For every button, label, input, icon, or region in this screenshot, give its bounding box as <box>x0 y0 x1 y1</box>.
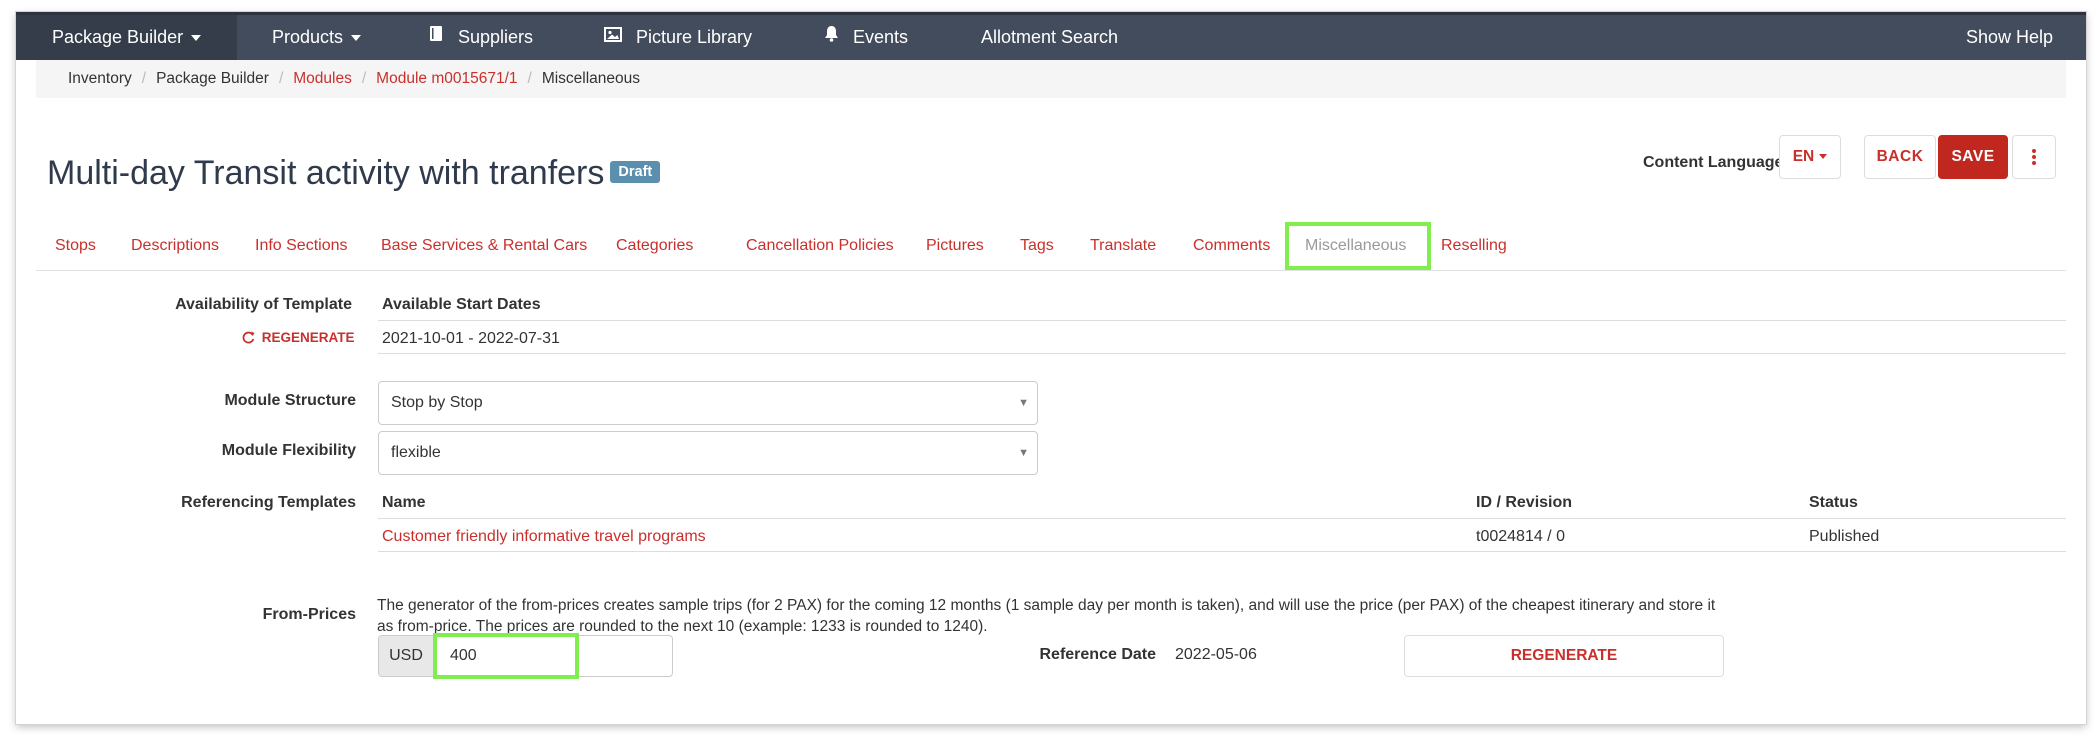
module-flexibility-value: flexible <box>391 444 441 461</box>
breadcrumb-separator: / <box>361 70 367 87</box>
back-button[interactable]: BACK <box>1864 135 1936 179</box>
page-title: Multi-day Transit activity with tranfers <box>47 154 605 192</box>
module-flexibility-select[interactable]: flexible ▼ <box>378 431 1038 475</box>
nav-products-label: Products <box>272 27 344 47</box>
reference-date-label: Reference Date <box>1039 646 1157 663</box>
page-title-row: Multi-day Transit activity with tranfers… <box>47 154 661 193</box>
more-options-button[interactable] <box>2012 135 2056 179</box>
divider <box>378 353 2066 354</box>
top-navbar: Package Builder Products Suppliers Pictu… <box>16 12 2086 60</box>
tab-tags[interactable]: Tags <box>1020 222 1054 270</box>
breadcrumb-separator: / <box>141 70 147 87</box>
bell-icon <box>824 14 839 59</box>
tab-info-sections[interactable]: Info Sections <box>255 222 348 270</box>
module-structure-select[interactable]: Stop by Stop ▼ <box>378 381 1038 425</box>
from-price-input[interactable]: 400 <box>433 633 579 679</box>
save-button[interactable]: SAVE <box>1938 135 2008 179</box>
currency-addon: USD <box>378 635 434 677</box>
ref-header-id: ID / Revision <box>1476 494 1573 511</box>
ref-template-name-link[interactable]: Customer friendly informative travel pro… <box>382 528 706 546</box>
breadcrumb-modules[interactable]: Modules <box>293 70 352 87</box>
breadcrumb-separator: / <box>278 70 284 87</box>
nav-events-label: Events <box>853 27 909 47</box>
nav-picture-library-label: Picture Library <box>636 27 753 47</box>
tab-reselling[interactable]: Reselling <box>1441 222 1507 270</box>
availability-label: Availability of Template <box>175 296 352 313</box>
nav-show-help-label: Show Help <box>1966 27 2054 47</box>
tab-descriptions[interactable]: Descriptions <box>131 222 219 270</box>
nav-suppliers-label: Suppliers <box>458 27 534 47</box>
ref-header-name: Name <box>382 494 426 511</box>
module-structure-label: Module Structure <box>224 392 356 409</box>
breadcrumb: Inventory / Package Builder / Modules / Module… <box>36 60 2066 98</box>
regenerate-from-prices-button[interactable]: REGENERATE <box>1404 635 1724 677</box>
tab-cancellation-policies[interactable]: Cancellation Policies <box>746 222 894 270</box>
caret-down-icon <box>351 35 362 42</box>
reference-date-value: 2022-05-06 <box>1175 646 1257 663</box>
caret-down-icon <box>1819 154 1828 160</box>
book-icon <box>428 14 444 59</box>
picture-icon <box>604 14 622 59</box>
regenerate-availability-link[interactable]: REGENERATE <box>242 330 355 345</box>
regenerate-availability-label: REGENERATE <box>261 330 355 345</box>
divider <box>378 518 2066 519</box>
app-window: Package Builder Products Suppliers Pictu… <box>16 12 2086 724</box>
tab-bar: Stops Descriptions Info Sections Base Se… <box>36 222 2066 271</box>
module-structure-value: Stop by Stop <box>391 394 483 411</box>
breadcrumb-current: Miscellaneous <box>541 70 641 87</box>
tab-base-services[interactable]: Base Services & Rental Cars <box>381 222 587 270</box>
available-start-dates-header: Available Start Dates <box>382 296 541 313</box>
referencing-templates-label: Referencing Templates <box>181 494 356 511</box>
breadcrumb-package-builder[interactable]: Package Builder <box>156 70 269 87</box>
nav-show-help[interactable]: Show Help <box>1966 15 2053 60</box>
tab-stops[interactable]: Stops <box>55 222 96 270</box>
from-prices-label: From-Prices <box>262 606 356 623</box>
nav-picture-library[interactable]: Picture Library <box>604 15 752 60</box>
ref-template-id: t0024814 / 0 <box>1476 528 1565 545</box>
content-language-label: Content Language <box>1643 154 1784 171</box>
content-language-value: EN <box>1792 148 1815 165</box>
nav-package-builder[interactable]: Package Builder <box>16 15 238 60</box>
breadcrumb-module[interactable]: Module m0015671/1 <box>376 70 517 87</box>
tab-categories[interactable]: Categories <box>616 222 693 270</box>
from-prices-description: The generator of the from-prices creates… <box>377 597 1716 635</box>
breadcrumb-separator: / <box>527 70 532 87</box>
caret-down-icon <box>191 35 202 42</box>
select-arrow-icon: ▼ <box>1018 397 1029 409</box>
nav-suppliers[interactable]: Suppliers <box>428 15 533 60</box>
divider <box>378 320 2066 321</box>
divider <box>378 551 2066 552</box>
nav-allotment-search-label: Allotment Search <box>981 27 1119 47</box>
tab-comments[interactable]: Comments <box>1193 222 1270 270</box>
ref-header-status: Status <box>1809 494 1858 511</box>
tab-miscellaneous[interactable]: Miscellaneous <box>1285 222 1431 270</box>
nav-events[interactable]: Events <box>824 15 908 60</box>
breadcrumb-inventory[interactable]: Inventory <box>68 70 132 87</box>
tab-translate[interactable]: Translate <box>1090 222 1156 270</box>
nav-package-builder-label: Package Builder <box>52 27 184 47</box>
status-badge: Draft <box>610 161 661 184</box>
available-start-dates-value: 2021-10-01 - 2022-07-31 <box>382 330 560 347</box>
content-language-dropdown[interactable]: EN <box>1779 135 1841 179</box>
nav-allotment-search[interactable]: Allotment Search <box>981 15 1118 60</box>
vertical-dots-icon <box>2031 148 2037 165</box>
nav-products[interactable]: Products <box>272 15 362 60</box>
module-flexibility-label: Module Flexibility <box>221 442 356 459</box>
refresh-icon <box>242 330 262 345</box>
select-arrow-icon: ▼ <box>1018 447 1029 459</box>
tab-pictures[interactable]: Pictures <box>926 222 984 270</box>
ref-template-status: Published <box>1809 528 1880 545</box>
